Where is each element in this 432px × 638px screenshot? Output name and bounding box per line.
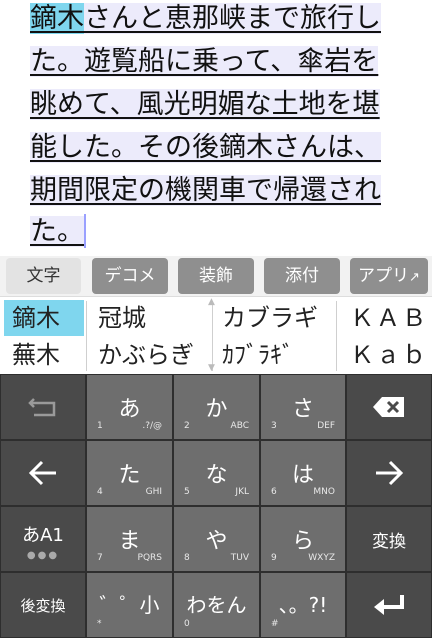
key-ha[interactable]: は 6 MNO (260, 440, 346, 506)
undo-icon (1, 375, 85, 439)
tab-apuri-label: アプリ (358, 266, 410, 286)
candidate-7[interactable]: ＫＡＢＵ (350, 300, 432, 336)
backspace-icon (347, 375, 431, 439)
keyboard-tab-bar: 文字 デコメ 装飾 添付 アプリ↗ (0, 256, 432, 296)
undo-key[interactable] (0, 374, 86, 440)
text-editor[interactable]: 鏑木さんと恵那峡まで旅行し た。遊覧船に乗って、傘岩を 眺めて、風光明媚な土地を… (0, 0, 432, 256)
candidate-6[interactable]: ｶﾌﾞﾗｷﾞ (222, 337, 294, 373)
key-punctuation[interactable]: 、。?! # (260, 572, 346, 638)
conversion-candidates: 鏑木 蕪木 冠城 かぶらぎ ▲ ▼ カブラギ ｶﾌﾞﾗｷﾞ ＫＡＢＵ Ｋａｂ (0, 296, 432, 375)
arrow-right-icon (347, 441, 431, 505)
candidate-4[interactable]: かぶらぎ (98, 337, 194, 373)
editor-line-6: た。 (30, 216, 84, 247)
candidate-divider (86, 301, 87, 371)
candidate-5[interactable]: カブラギ (222, 300, 318, 336)
key-ka[interactable]: か 2 ABC (173, 374, 260, 440)
key-wa[interactable]: わをん 0 (173, 572, 260, 638)
editor-line-4: 能した。その後鏑木さんは、 (30, 132, 381, 163)
tab-soshoku[interactable]: 装飾 (178, 258, 254, 294)
backspace-key[interactable] (346, 374, 432, 440)
reconvert-key[interactable]: 後変換 (0, 572, 86, 638)
enter-icon (347, 573, 431, 637)
key-dakuten[interactable]: ゛゜小 * (86, 572, 173, 638)
editor-line-5: 期間限定の機関車で帰還され (30, 175, 381, 206)
tab-moji[interactable]: 文字 (6, 258, 81, 294)
scroll-up-icon: ▲ (208, 297, 215, 307)
editor-line-2: た。遊覧船に乗って、傘岩を (30, 46, 379, 77)
key-a[interactable]: あ 1 .?/@ (86, 374, 173, 440)
key-sa[interactable]: さ 3 DEF (260, 374, 346, 440)
key-ma[interactable]: ま 7 PQRS (86, 506, 173, 572)
flick-keyboard: あ 1 .?/@ か 2 ABC さ 3 DEF た 4 GHI な 5 JKL… (0, 374, 432, 638)
tab-tenpu[interactable]: 添付 (264, 258, 340, 294)
candidate-divider (212, 301, 213, 371)
candidate-1[interactable]: 鏑木 (4, 300, 84, 336)
cursor-right-key[interactable] (346, 440, 432, 506)
input-mode-key[interactable]: あA1 ●●● (0, 506, 86, 572)
dots-icon: ●●● (26, 550, 60, 561)
highlighted-word: 鏑木 (30, 3, 84, 34)
key-ya[interactable]: や 8 TUV (173, 506, 260, 572)
key-na[interactable]: な 5 JKL (173, 440, 260, 506)
arrow-up-right-icon: ↗ (409, 270, 420, 285)
candidate-8[interactable]: Ｋａｂ (350, 337, 432, 373)
editor-line-3: 眺めて、風光明媚な土地を堪 (30, 89, 380, 120)
candidate-3[interactable]: 冠城 (98, 300, 146, 336)
enter-key[interactable] (346, 572, 432, 638)
tab-decome[interactable]: デコメ (92, 258, 168, 294)
scroll-down-icon: ▼ (208, 363, 215, 373)
editor-line-1: 鏑木さんと恵那峡まで旅行し (30, 3, 381, 34)
candidate-2[interactable]: 蕪木 (12, 337, 60, 373)
key-ra[interactable]: ら 9 WXYZ (260, 506, 346, 572)
convert-key[interactable]: 変換 (346, 506, 432, 572)
key-ta[interactable]: た 4 GHI (86, 440, 173, 506)
tab-apuri[interactable]: アプリ↗ (350, 258, 428, 294)
text-cursor (84, 214, 86, 248)
candidate-divider (336, 301, 337, 371)
arrow-left-icon (1, 441, 85, 505)
